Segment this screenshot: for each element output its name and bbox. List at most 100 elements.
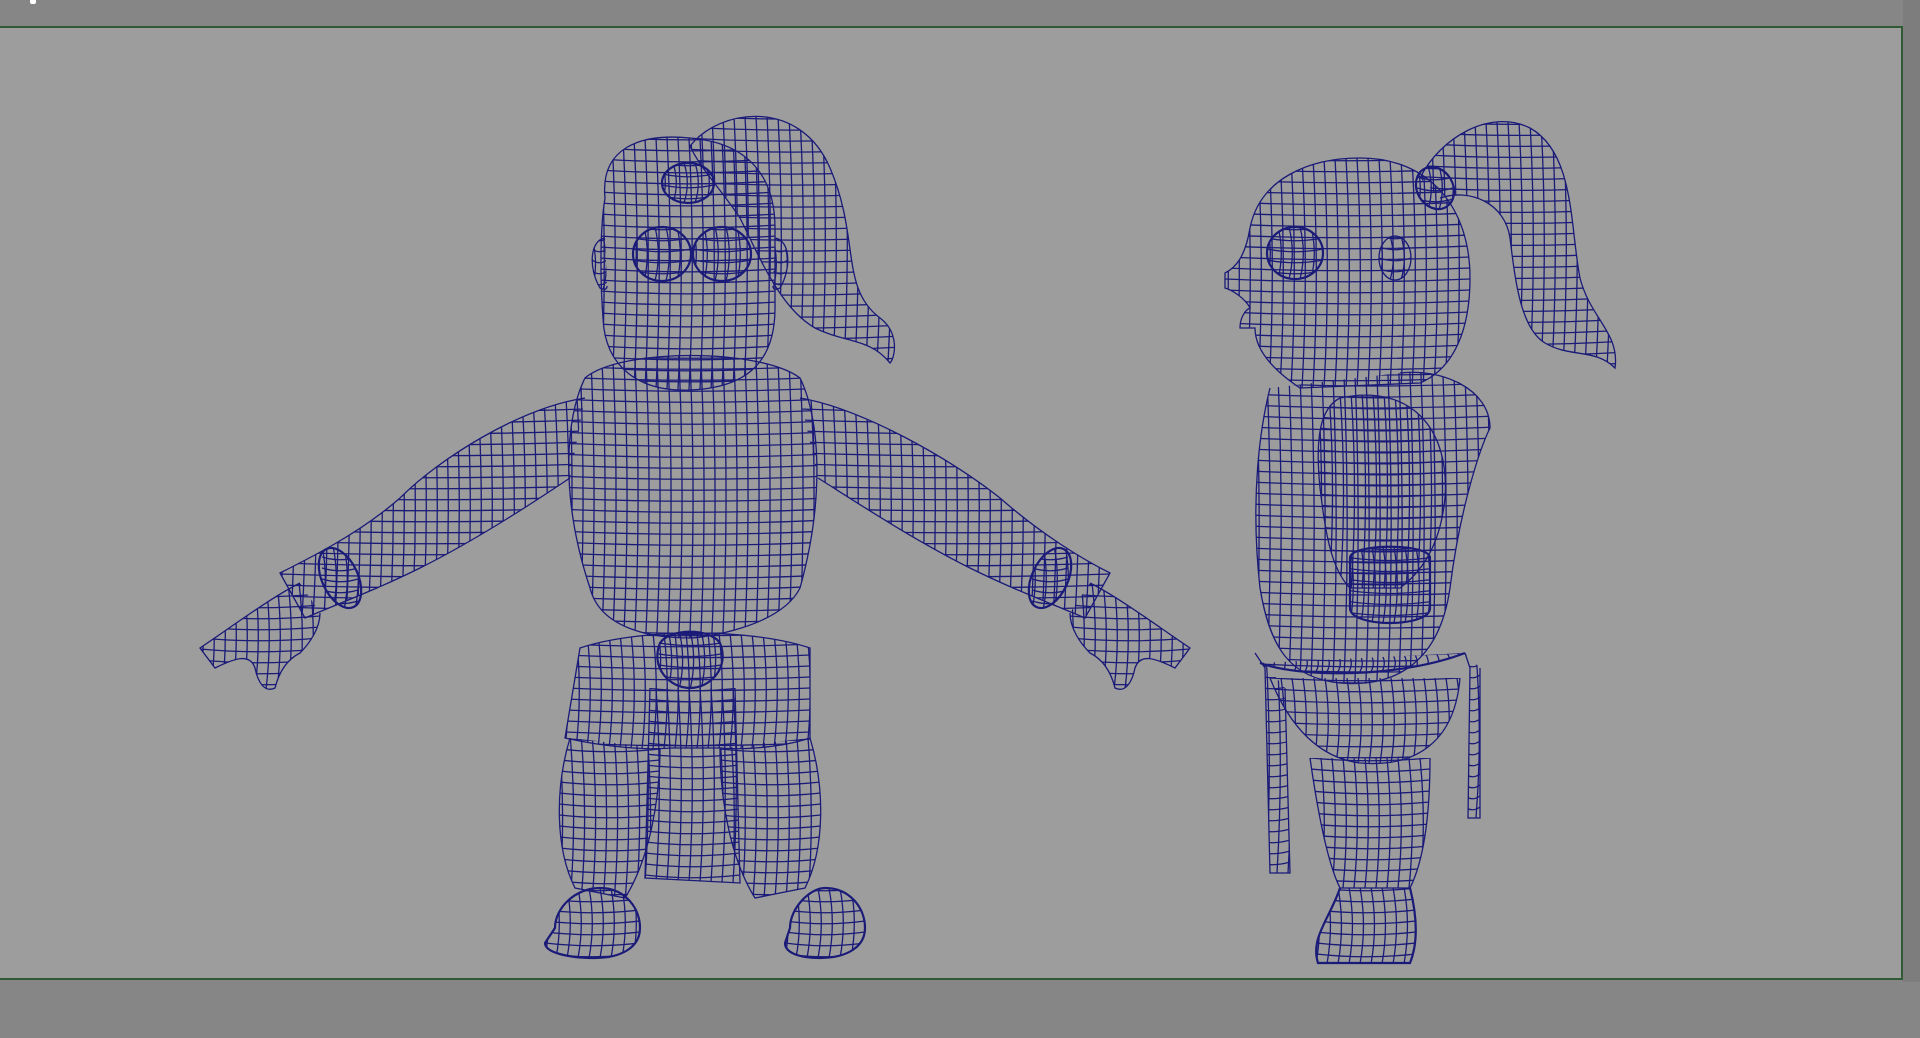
wire-edge: [1255, 372, 1490, 376]
wire-edge: [828, 888, 833, 958]
wire-edge: [785, 931, 865, 936]
wire-edge: [1041, 398, 1046, 618]
wire-edge: [1235, 158, 1240, 388]
character-side-view[interactable]: [1224, 121, 1617, 965]
wire-edge: [444, 398, 449, 618]
wire-edge: [1452, 121, 1457, 368]
wire-edge: [688, 688, 693, 883]
wire-edge: [699, 688, 704, 883]
wire-edge: [309, 583, 314, 690]
wire-edge: [800, 485, 1110, 490]
wire-edge: [700, 355, 705, 638]
wire-edge: [800, 529, 1110, 534]
wire-edge: [559, 803, 660, 808]
wire-edge: [1465, 718, 1480, 723]
wire-edge: [1255, 674, 1290, 679]
wire-edge: [559, 880, 660, 885]
wire-edge: [711, 355, 716, 638]
wire-edge: [1266, 372, 1271, 684]
wire-edge: [665, 227, 670, 281]
wire-edge: [645, 874, 740, 879]
wire-edge: [532, 398, 537, 618]
wire-edge: [1420, 318, 1616, 324]
wire-edge: [1102, 583, 1107, 690]
wire-edge: [898, 398, 903, 618]
character-front-view[interactable]: [199, 115, 1191, 960]
viewport-panel[interactable]: [0, 26, 1903, 980]
wire-edge: [1420, 153, 1616, 159]
wire-edge: [1255, 514, 1490, 519]
wire-edge: [1270, 678, 1274, 764]
wire-edge: [694, 163, 699, 203]
wire-edge: [1364, 758, 1369, 888]
wire-edge-group: [321, 545, 359, 611]
wire-edge: [608, 633, 613, 749]
wire-edge: [1290, 158, 1295, 388]
viewport-right-rail: [1903, 0, 1920, 1038]
wire-edge: [720, 770, 821, 775]
wire-edge: [720, 759, 821, 764]
wire-edge: [1381, 888, 1387, 963]
wire-edge: [1255, 861, 1290, 866]
wire-edge: [1474, 121, 1479, 368]
wire-edge: [568, 376, 817, 381]
wire-edge: [795, 633, 800, 749]
wire-edge: [1091, 583, 1096, 690]
wire-edge: [657, 653, 723, 658]
wire-edge: [656, 355, 661, 638]
wire-edge: [1335, 678, 1340, 764]
wire-edge: [611, 137, 616, 391]
wire-edge: [1277, 227, 1282, 279]
wire-edge: [1420, 307, 1616, 313]
wire-edge: [600, 191, 775, 196]
wire-edge: [1316, 942, 1416, 947]
wire-edge: [1255, 850, 1290, 855]
wire-edge: [1408, 758, 1413, 888]
wire-edge: [666, 688, 671, 883]
wire-edge: [810, 355, 815, 638]
wire-edge: [1359, 888, 1365, 963]
wire-edge: [1465, 729, 1480, 734]
wire-edge: [280, 518, 585, 523]
wire-edge: [321, 556, 359, 561]
wire-edge: [559, 814, 660, 819]
wire-edge: [1316, 931, 1416, 936]
wire-edge: [800, 562, 1110, 567]
wire-edge: [477, 398, 482, 618]
wire-edge: [1420, 164, 1616, 170]
wire-edge: [854, 398, 859, 618]
wire-edge: [720, 891, 821, 896]
wire-edge: [1255, 653, 1259, 873]
wire-edge: [559, 825, 660, 830]
wire-edge: [1255, 718, 1290, 723]
wire-edge: [1107, 398, 1110, 618]
wire-edge: [1255, 839, 1290, 844]
wire-edge: [1270, 732, 1460, 737]
wire-edge: [559, 781, 660, 786]
wire-edge: [612, 355, 617, 638]
wire-edge: [785, 920, 865, 925]
wire-edge: [1358, 653, 1363, 674]
wire-edge: [1397, 758, 1402, 888]
wire-edge: [1225, 223, 1470, 228]
wire-edge: [400, 398, 405, 618]
wire-edge: [1485, 121, 1490, 368]
wire-edge: [1070, 626, 1190, 631]
viewport-canvas[interactable]: [0, 28, 1903, 980]
wire-edge: [720, 869, 821, 874]
wire-edge: [243, 583, 248, 690]
viewport-bottom-strip: [0, 982, 1920, 1038]
wire-edge: [785, 909, 865, 914]
wire-edge: [1323, 158, 1328, 388]
wire-edge: [559, 770, 660, 775]
wire-edge: [1299, 227, 1304, 279]
wire-edge: [1310, 878, 1430, 883]
wire-edge: [1328, 395, 1334, 588]
panel-corner-marker: [30, 0, 36, 4]
wire-edge-group: [1255, 372, 1490, 684]
wire-edge: [645, 830, 740, 835]
wire-edge: [455, 398, 460, 618]
wire-edge: [586, 633, 591, 749]
wire-edge: [1255, 806, 1290, 811]
wire-edge: [909, 398, 914, 618]
